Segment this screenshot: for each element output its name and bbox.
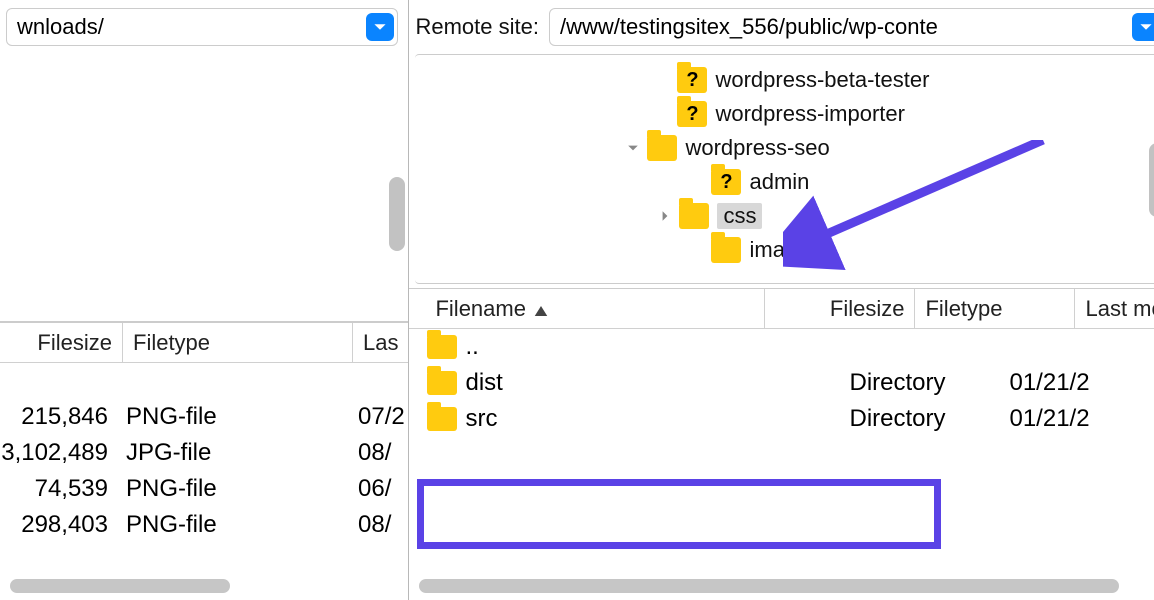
tree-expander[interactable] (655, 210, 675, 222)
tree-item[interactable]: wordpress-seo (423, 131, 1147, 165)
cell-filetype: PNG-file (120, 475, 350, 503)
col-lastmod[interactable]: Last mo (1075, 289, 1154, 328)
folder-icon (677, 101, 707, 127)
cell-filesize: 74,539 (0, 475, 120, 503)
local-tree[interactable] (0, 54, 408, 322)
tree-label: admin (749, 169, 809, 195)
scrollbar-thumb[interactable] (419, 579, 1119, 593)
cell-lastmod: 07/2 (350, 403, 408, 431)
col-filename[interactable]: Filename (425, 289, 765, 328)
scrollbar-thumb[interactable] (389, 177, 405, 251)
cell-filetype: Directory (849, 369, 1009, 397)
folder-icon (711, 237, 741, 263)
tree-label: wordpress-beta-tester (715, 67, 929, 93)
annotation-highlight-rect (417, 479, 941, 549)
folder-icon (647, 135, 677, 161)
tree-label: wordpress-importer (715, 101, 905, 127)
remote-site-label: Remote site: (415, 14, 539, 40)
local-columns-header: Filesize Filetype Las (0, 323, 408, 363)
cell-lastmod: 01/21/2 (1009, 369, 1154, 397)
list-item[interactable]: 298,403PNG-file08/ (0, 507, 408, 543)
tree-item[interactable]: wordpress-importer (423, 97, 1147, 131)
tree-item[interactable]: admin (423, 165, 1147, 199)
local-path-value: wnloads/ (17, 14, 104, 39)
list-item[interactable]: 74,539PNG-file06/ (0, 471, 408, 507)
folder-icon (427, 335, 457, 359)
remote-hscroll[interactable] (419, 578, 1154, 594)
tree-item[interactable]: wordpress-beta-tester (423, 63, 1147, 97)
remote-tree[interactable]: wordpress-beta-tester wordpress-importer w… (415, 54, 1154, 284)
cell-filename: .. (419, 333, 849, 361)
cell-filename: src (419, 405, 849, 433)
folder-icon (711, 169, 741, 195)
cell-filesize: 215,846 (0, 403, 120, 431)
list-item[interactable]: .. (419, 329, 1154, 365)
local-pane: wnloads/ Filesize Filetype Las 215,846PN… (0, 0, 409, 600)
tree-label: wordpress-seo (685, 135, 829, 161)
scrollbar-thumb[interactable] (10, 579, 230, 593)
list-item[interactable]: 3,102,489JPG-file08/ (0, 435, 408, 471)
tree-expander[interactable] (623, 142, 643, 154)
chevron-down-icon (1139, 20, 1153, 34)
local-path-row: wnloads/ (0, 0, 408, 54)
local-file-list: Filesize Filetype Las 215,846PNG-file07/… (0, 322, 408, 576)
cell-filesize: 298,403 (0, 511, 120, 539)
col-filetype[interactable]: Filetype (123, 323, 353, 362)
remote-path-value: /www/testingsitex_556/public/wp-conte (560, 14, 938, 39)
cell-filename: dist (419, 369, 849, 397)
remote-file-list: Filename Filesize Filetype Last mo .. dis… (409, 288, 1154, 579)
cell-filetype: JPG-file (120, 439, 350, 467)
tree-item[interactable]: css (423, 199, 1147, 233)
local-path-input[interactable]: wnloads/ (6, 8, 398, 46)
folder-icon (427, 371, 457, 395)
chevron-down-icon (373, 20, 387, 34)
cell-filetype: PNG-file (120, 511, 350, 539)
list-item[interactable]: srcDirectory01/21/2 (419, 401, 1154, 437)
col-filesize[interactable]: Filesize (765, 289, 915, 328)
remote-path-row: Remote site: /www/testingsitex_556/publi… (409, 0, 1154, 54)
cell-filetype: PNG-file (120, 403, 350, 431)
list-item[interactable]: distDirectory01/21/2 (419, 365, 1154, 401)
cell-lastmod: 06/ (350, 475, 408, 503)
folder-icon (677, 67, 707, 93)
col-filetype[interactable]: Filetype (915, 289, 1075, 328)
remote-path-input[interactable]: /www/testingsitex_556/public/wp-conte (549, 8, 1154, 46)
cell-filetype: Directory (849, 405, 1009, 433)
remote-columns-header: Filename Filesize Filetype Last mo (409, 289, 1154, 329)
local-path-dropdown[interactable] (366, 13, 394, 41)
cell-lastmod: 08/ (350, 439, 408, 467)
cell-filesize: 3,102,489 (0, 439, 120, 467)
sort-asc-icon (534, 296, 548, 322)
local-hscroll[interactable] (10, 578, 398, 594)
tree-label: images (749, 237, 820, 263)
tree-label: css (717, 203, 762, 229)
tree-item[interactable]: images (423, 233, 1147, 267)
col-filesize[interactable]: Filesize (8, 323, 123, 362)
scrollbar-thumb[interactable] (1149, 143, 1154, 217)
folder-icon (427, 407, 457, 431)
cell-lastmod: 08/ (350, 511, 408, 539)
folder-icon (679, 203, 709, 229)
remote-path-dropdown[interactable] (1132, 13, 1154, 41)
col-lastmod[interactable]: Las (353, 323, 408, 362)
list-item[interactable]: 215,846PNG-file07/2 (0, 399, 408, 435)
cell-lastmod: 01/21/2 (1009, 405, 1154, 433)
remote-pane: Remote site: /www/testingsitex_556/publi… (409, 0, 1154, 600)
